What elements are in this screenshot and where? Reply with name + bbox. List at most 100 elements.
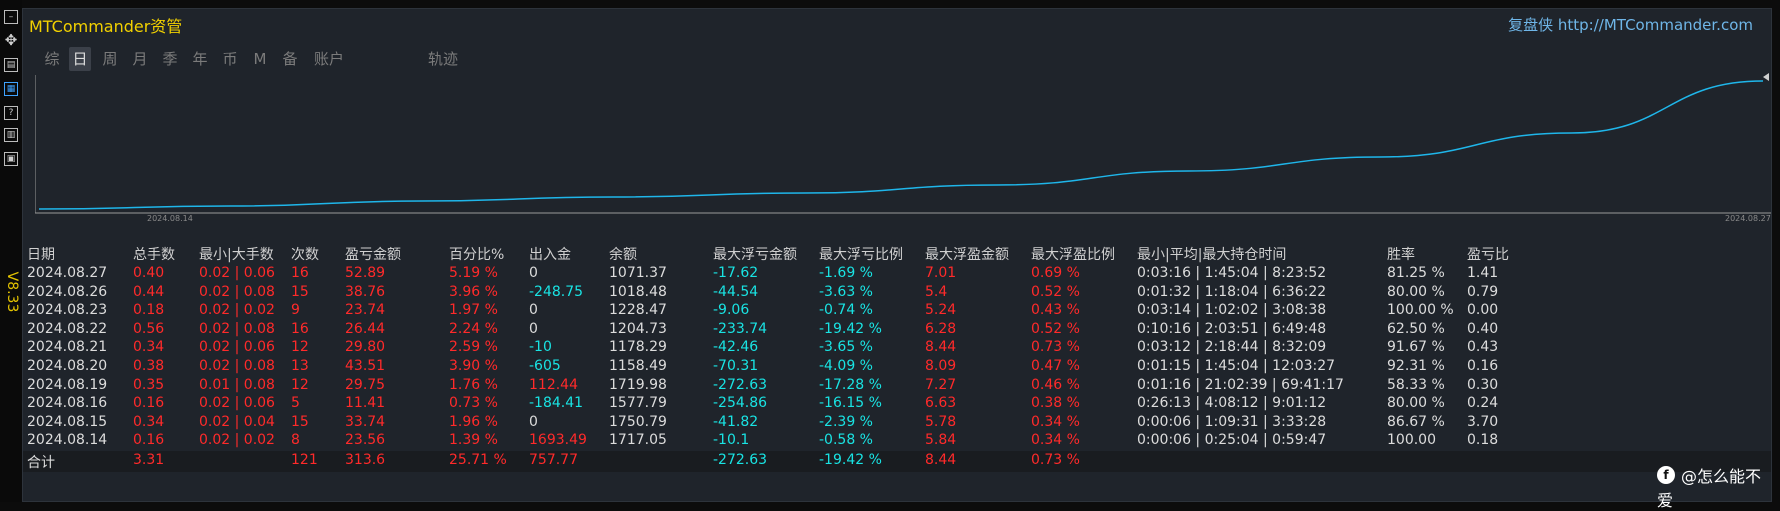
tab-yearly[interactable]: 年 — [189, 47, 211, 71]
cell-max-float-loss: -10.1 — [713, 432, 750, 449]
tab-account[interactable]: 账户 — [309, 47, 349, 71]
window-icon[interactable]: ▣ — [4, 152, 18, 166]
cell-balance: 1071.37 — [609, 265, 667, 281]
cell-pnl-ratio: 3.70 — [1467, 413, 1499, 430]
cell-deposit-withdraw: 0 — [529, 265, 538, 281]
tab-weekly[interactable]: 周 — [99, 47, 121, 71]
cell-min-max-lots: 0.01 | 0.08 — [199, 376, 275, 393]
tab-notes[interactable]: 备 — [279, 47, 301, 71]
table-header: 日期 总手数 最小|大手数 次数 盈亏金额 百分比% 出入金 余额 最大浮亏金额 最大浮亏比例 最大… — [23, 243, 1771, 264]
cell-max-float-profit: 5.4 — [925, 283, 948, 300]
cell-max-float-profit: 8.44 — [925, 339, 957, 356]
move-icon[interactable]: ✥ — [4, 33, 18, 48]
cell-win-rate: 92.31 % — [1387, 358, 1445, 374]
cell-deposit-withdraw: 757.77 — [529, 452, 578, 468]
cell-total-lots: 0.56 — [133, 320, 165, 337]
tab-quarterly[interactable]: 季 — [159, 47, 181, 71]
cell-pnl-amount: 29.80 — [345, 339, 386, 356]
tab-overview[interactable]: 综 — [41, 47, 63, 71]
cell-min-max-lots: 0.02 | 0.08 — [199, 283, 275, 300]
cell-count: 9 — [291, 302, 300, 319]
cell-count: 8 — [291, 432, 300, 449]
cell-date: 2024.08.14 — [27, 432, 108, 449]
cell-min-max-lots: 0.02 | 0.02 — [199, 432, 275, 449]
cell-max-float-loss-pct: -17.28 % — [819, 376, 882, 393]
cell-pnl-amount: 52.89 — [345, 265, 386, 281]
cell-max-float-loss: -254.86 — [713, 395, 768, 412]
header-win-rate: 胜率 — [1387, 247, 1415, 263]
cell-max-float-profit-pct: 0.69 % — [1031, 265, 1080, 281]
cell-total-lots: 3.31 — [133, 452, 165, 468]
cell-total-lots: 0.16 — [133, 395, 165, 412]
brand-link[interactable]: 复盘侠 http://MTCommander.com — [1508, 14, 1753, 35]
cell-percent: 0.73 % — [449, 395, 498, 412]
cell-win-rate: 62.50 % — [1387, 320, 1445, 337]
cell-deposit-withdraw: -248.75 — [529, 283, 584, 300]
cell-hold-time: 0:01:15 | 1:45:04 | 12:03:27 — [1137, 358, 1336, 374]
cell-max-float-profit: 7.01 — [925, 265, 957, 281]
main-panel: MTCommander资管 复盘侠 http://MTCommander.com… — [22, 8, 1772, 510]
cell-balance: 1719.98 — [609, 376, 667, 393]
cell-max-float-loss: -70.31 — [713, 358, 759, 374]
cell-total-lots: 0.34 — [133, 339, 165, 356]
cell-percent: 5.19 % — [449, 265, 498, 281]
cell-min-max-lots: 0.02 | 0.06 — [199, 265, 275, 281]
tab-m[interactable]: M — [249, 47, 271, 71]
cell-max-float-profit-pct: 0.73 % — [1031, 339, 1080, 356]
cell-pnl-ratio: 0.16 — [1467, 358, 1499, 374]
cell-balance: 1018.48 — [609, 283, 667, 300]
tab-daily[interactable]: 日 — [69, 47, 91, 71]
cell-total-lots: 0.40 — [133, 265, 165, 281]
cell-date: 2024.08.20 — [27, 358, 108, 374]
header-balance: 余额 — [609, 247, 637, 263]
cell-pnl-amount: 23.56 — [345, 432, 386, 449]
cell-max-float-profit: 8.09 — [925, 358, 957, 374]
cell-percent: 1.76 % — [449, 376, 498, 393]
cell-percent: 3.90 % — [449, 358, 498, 374]
header-max-float-loss: 最大浮亏金额 — [713, 247, 797, 263]
cell-total-lots: 0.16 — [133, 432, 165, 449]
cell-max-float-profit: 8.44 — [925, 452, 957, 468]
cell-max-float-loss: -9.06 — [713, 302, 750, 319]
cell-date: 2024.08.15 — [27, 413, 108, 430]
tab-currency[interactable]: 币 — [219, 47, 241, 71]
cell-balance: 1178.29 — [609, 339, 667, 356]
cell-balance: 1577.79 — [609, 395, 667, 412]
cell-max-float-profit-pct: 0.47 % — [1031, 358, 1080, 374]
cell-balance: 1204.73 — [609, 320, 667, 337]
header-max-float-loss-pct: 最大浮亏比例 — [819, 247, 903, 263]
cell-max-float-loss-pct: -19.42 % — [819, 320, 882, 337]
tab-track[interactable]: 轨迹 — [423, 47, 463, 71]
cell-max-float-profit-pct: 0.43 % — [1031, 302, 1080, 319]
cell-pnl-amount: 313.6 — [345, 452, 386, 468]
cell-max-float-loss-pct: -3.65 % — [819, 339, 873, 356]
cell-win-rate: 91.67 % — [1387, 339, 1445, 356]
tab-monthly[interactable]: 月 — [129, 47, 151, 71]
cell-count: 16 — [291, 320, 309, 337]
panel-icon[interactable]: ▤ — [4, 58, 18, 72]
cell-pnl-ratio: 0.30 — [1467, 376, 1499, 393]
cell-percent: 2.24 % — [449, 320, 498, 337]
cell-pnl-amount: 23.74 — [345, 302, 386, 319]
help-icon[interactable]: ? — [4, 106, 18, 120]
cell-pnl-amount: 38.76 — [345, 283, 386, 300]
app-title: MTCommander资管 — [29, 17, 183, 36]
cell-max-float-loss-pct: -1.69 % — [819, 265, 873, 281]
cell-pnl-amount: 43.51 — [345, 358, 386, 374]
header-percent: 百分比% — [449, 247, 505, 263]
brand-text[interactable]: 复盘侠 http://MTCommander.com — [1508, 16, 1753, 34]
cell-pnl-ratio: 0.79 — [1467, 283, 1499, 300]
table-row[interactable]: 2024.08.14 0.16 0.02 | 0.02 8 23.56 1.39 % 169… — [23, 431, 1771, 452]
cell-max-float-loss-pct: -0.58 % — [819, 432, 873, 449]
minimize-icon[interactable]: – — [4, 10, 18, 24]
cell-max-float-profit: 6.63 — [925, 395, 957, 412]
cell-count: 5 — [291, 395, 300, 412]
cell-hold-time: 0:10:16 | 2:03:51 | 6:49:48 — [1137, 320, 1327, 337]
cell-pnl-ratio: 0.43 — [1467, 339, 1499, 356]
cell-max-float-loss: -272.63 — [713, 452, 768, 468]
grid-icon[interactable]: ▥ — [4, 128, 18, 142]
cell-min-max-lots: 0.02 | 0.04 — [199, 413, 275, 430]
cell-max-float-profit-pct: 0.52 % — [1031, 320, 1080, 337]
panel-icon-2[interactable]: ▦ — [4, 82, 18, 96]
cell-win-rate: 80.00 % — [1387, 395, 1445, 412]
